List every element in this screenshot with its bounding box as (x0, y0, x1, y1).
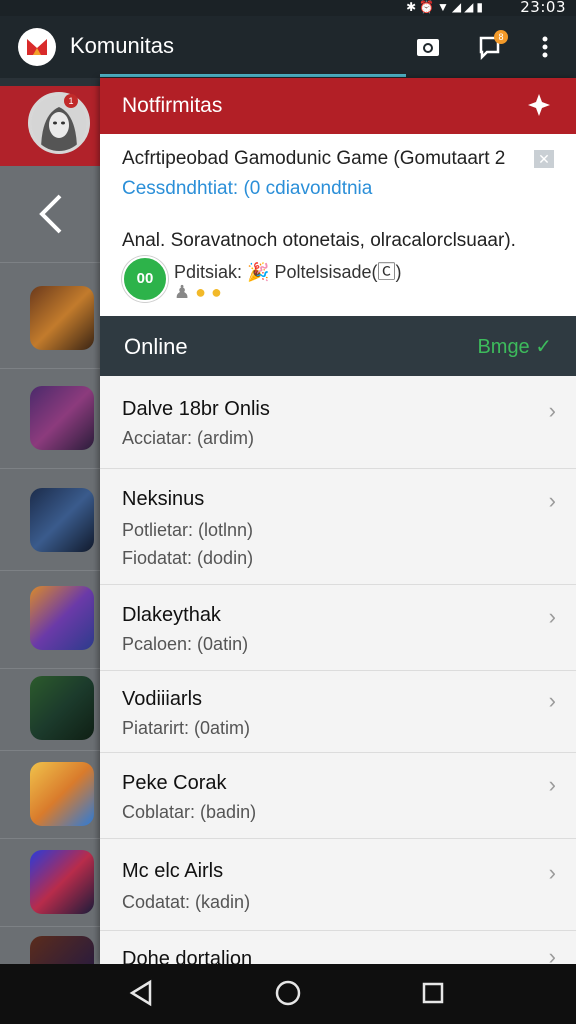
avatar[interactable] (28, 92, 90, 154)
list-item-name: Vodiiiarls (122, 688, 203, 710)
game-thumbnail-3[interactable] (30, 488, 94, 552)
notifications-header: Notfirmitas (100, 78, 576, 134)
notification-link[interactable]: Cessdndhtiat: (0 cdiavondtnia (122, 178, 372, 200)
user-avatar-badge[interactable]: 00 (122, 256, 168, 302)
notification-line-1: Acfrtipeobad Gamodunic Game (Gomutaart 2 (122, 148, 506, 169)
game-thumbnail-4[interactable] (30, 586, 94, 650)
online-user-list: Dalve 18br Onlis Acciatar: (ardim) › Nek… (100, 376, 576, 964)
chat-notification-icon[interactable]: 8 (478, 30, 508, 65)
list-item[interactable]: Neksinus Potlietar: (lotlnn) Fiodatat: (… (100, 468, 576, 585)
game-thumbnail-7[interactable] (30, 850, 94, 914)
list-item-subtitle: Pcaloen: (0atin) (122, 634, 249, 654)
list-item-name: Neksinus (122, 488, 205, 510)
chevron-right-icon: › (548, 688, 556, 713)
game-thumbnail-5[interactable] (30, 676, 94, 740)
list-item[interactable]: Dlakeythak Pcaloen: (0atin) › (100, 584, 576, 671)
list-item[interactable]: Dalve 18br Onlis Acciatar: (ardim) › (100, 376, 576, 469)
divider (0, 838, 100, 839)
nav-back-icon[interactable] (128, 978, 154, 1013)
nav-recents-icon[interactable] (420, 978, 446, 1013)
divider (0, 668, 100, 669)
divider (0, 368, 100, 369)
sparkle-icon[interactable] (526, 92, 552, 123)
notification-line-3: Pditsiak: 🎉 Poltelsisade(🄲) (174, 262, 402, 282)
online-filter-button[interactable]: Bmge ✓ (477, 334, 552, 359)
online-section-header: Online Bmge ✓ (100, 316, 576, 376)
divider (0, 926, 100, 927)
camera-icon[interactable] (416, 36, 440, 63)
app-title: Komunitas (70, 33, 174, 58)
notifications-title: Notfirmitas (122, 94, 223, 117)
game-thumbnail-6[interactable] (30, 762, 94, 826)
list-item[interactable]: Peke Corak Coblatar: (badin) › (100, 752, 576, 839)
game-thumbnail-1[interactable] (30, 286, 94, 350)
smile-emoji-icon: ● (195, 282, 207, 302)
status-icons: ✱⏰▼◢◢▮ (406, 0, 486, 14)
chevron-right-icon: › (548, 488, 556, 513)
divider (0, 262, 100, 263)
list-item-name: Mc elc Airls (122, 860, 224, 882)
ghost-icon: ♟ (174, 282, 191, 302)
system-navigation-bar (0, 964, 576, 1024)
list-item-subtitle: Potlietar: (lotlnn) (122, 520, 254, 540)
list-item-name: Dohe dortalion (122, 948, 253, 964)
list-item-subtitle: Coblatar: (badin) (122, 802, 257, 822)
list-item[interactable]: Vodiiiarls Piatarirt: (0atim) › (100, 670, 576, 753)
app-bar: Komunitas 8 (0, 16, 576, 78)
divider (0, 750, 100, 751)
app-logo[interactable] (18, 28, 56, 66)
nav-home-icon[interactable] (274, 978, 302, 1013)
status-time: 23:03 (520, 0, 566, 16)
divider (0, 570, 100, 571)
list-item-name: Dlakeythak (122, 604, 221, 626)
list-item-subtitle: Acciatar: (ardim) (122, 428, 255, 448)
notification-drawer: Notfirmitas Acfrtipeobad Gamodunic Game … (100, 78, 576, 964)
list-item-subtitle: Codatat: (kadin) (122, 892, 251, 912)
chevron-right-icon: › (548, 772, 556, 797)
game-thumbnail-8[interactable] (30, 936, 94, 964)
smile-emoji-icon: ● (211, 282, 222, 302)
chevron-right-icon: › (548, 398, 556, 423)
list-item-name: Dalve 18br Onlis (122, 398, 270, 420)
divider (0, 468, 100, 469)
game-thumbnail-2[interactable] (30, 386, 94, 450)
list-item[interactable]: Mc elc Airls Codatat: (kadin) › (100, 838, 576, 931)
avatar-badge-icon: 1 (64, 94, 78, 108)
list-item-subtitle-2: Fiodatat: (dodin) (122, 548, 254, 568)
chevron-right-icon: › (548, 944, 556, 964)
tab-indicator (100, 74, 406, 77)
back-arrow-icon[interactable] (36, 192, 64, 247)
list-item-subtitle: Piatarirt: (0atim) (122, 718, 251, 738)
reaction-emojis: ♟ ● ● (174, 282, 222, 303)
online-label: Online (124, 334, 188, 359)
chevron-right-icon: › (548, 860, 556, 885)
chat-badge: 8 (494, 30, 508, 44)
overflow-menu-icon[interactable] (540, 36, 550, 63)
status-bar: ✱⏰▼◢◢▮ 23:03 (0, 0, 576, 16)
close-icon[interactable]: ✕ (534, 150, 554, 168)
chevron-right-icon: › (548, 604, 556, 629)
notification-card[interactable]: Acfrtipeobad Gamodunic Game (Gomutaart 2… (100, 134, 576, 316)
list-item[interactable]: Dohe dortalion › (100, 930, 576, 964)
notification-line-2: Anal. Soravatnoch otonetais, olracalorcl… (122, 230, 516, 251)
list-item-name: Peke Corak (122, 772, 227, 794)
